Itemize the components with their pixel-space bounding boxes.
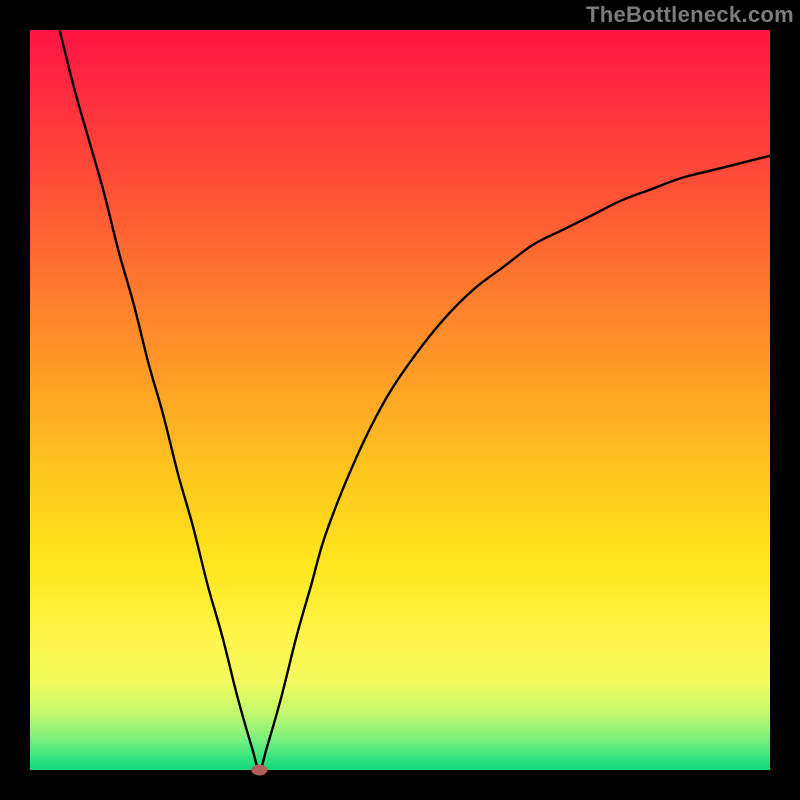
optimal-point-marker	[251, 765, 267, 776]
chart-frame: TheBottleneck.com	[0, 0, 800, 800]
bottleneck-curve	[60, 30, 770, 770]
watermark-text: TheBottleneck.com	[586, 2, 794, 28]
curve-layer	[30, 30, 770, 770]
